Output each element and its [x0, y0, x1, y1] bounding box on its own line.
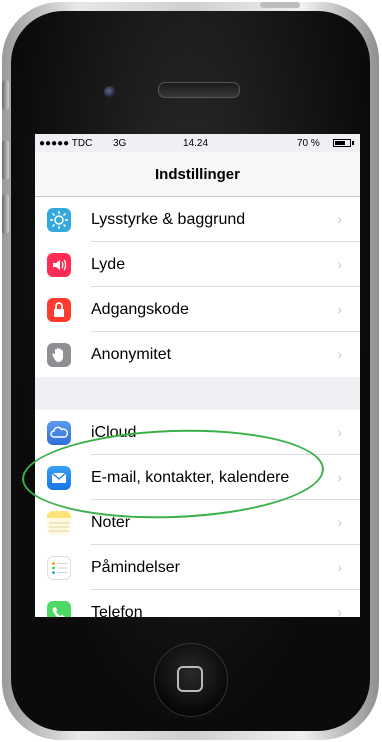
volume-up-button — [2, 140, 9, 180]
battery-level — [335, 141, 345, 145]
settings-group-1: Lysstyrke & baggrund › Lyde › Adgangskod… — [35, 197, 360, 377]
settings-row-label: Adgangskode — [91, 301, 189, 318]
carrier-label: ●●●●● TDC — [39, 138, 93, 149]
settings-row-label: Telefon — [91, 604, 143, 617]
chevron-right-icon: › — [337, 301, 342, 317]
home-button[interactable] — [154, 643, 228, 717]
network-label: 3G — [113, 138, 127, 149]
mute-switch — [2, 80, 9, 110]
settings-row-label: Lysstyrke & baggrund — [91, 211, 246, 228]
screen: ●●●●● TDC 3G 14.24 70 % Indstillinger Ly… — [35, 134, 360, 617]
battery-percent: 70 % — [297, 138, 320, 149]
settings-row-privacy[interactable]: Anonymitet › — [35, 332, 360, 377]
status-bar: ●●●●● TDC 3G 14.24 70 % — [35, 134, 360, 152]
settings-row-sounds[interactable]: Lyde › — [35, 242, 360, 287]
settings-row-passcode[interactable]: Adgangskode › — [35, 287, 360, 332]
chevron-right-icon: › — [337, 469, 342, 485]
reminders-icon — [47, 556, 71, 580]
chevron-right-icon: › — [337, 604, 342, 617]
volume-down-button — [2, 194, 9, 234]
front-camera — [104, 86, 116, 98]
clock: 14.24 — [183, 138, 209, 149]
battery-tip — [352, 141, 354, 145]
settings-row-label: Lyde — [91, 256, 126, 273]
page-title: Indstillinger — [154, 166, 240, 183]
earpiece-speaker — [158, 82, 240, 98]
speaker-icon — [47, 253, 71, 277]
home-square-icon — [177, 666, 203, 692]
cloud-icon — [47, 421, 71, 445]
lock-icon — [47, 298, 71, 322]
chevron-right-icon: › — [337, 424, 342, 440]
chevron-right-icon: › — [337, 346, 342, 362]
settings-row-reminders[interactable]: Påmindelser › — [35, 545, 360, 590]
power-button — [260, 2, 300, 8]
notes-icon — [47, 511, 71, 535]
brightness-icon — [47, 208, 71, 232]
chevron-right-icon: › — [337, 559, 342, 575]
phone-icon — [47, 601, 71, 617]
settings-row-phone[interactable]: Telefon › — [35, 590, 360, 617]
settings-row-label: Påmindelser — [91, 559, 180, 576]
chevron-right-icon: › — [337, 514, 342, 530]
settings-row-label: Anonymitet — [91, 346, 172, 363]
battery-icon — [333, 139, 351, 147]
chevron-right-icon: › — [337, 256, 342, 272]
chevron-right-icon: › — [337, 211, 342, 227]
settings-row-brightness[interactable]: Lysstyrke & baggrund › — [35, 197, 360, 242]
navigation-bar: Indstillinger — [35, 152, 360, 197]
hand-icon — [47, 343, 71, 367]
